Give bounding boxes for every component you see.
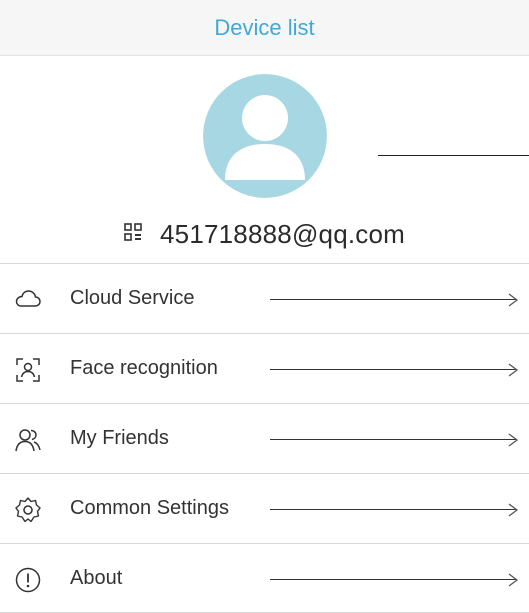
info-icon <box>15 567 41 593</box>
menu-item-common-settings[interactable]: Common Settings <box>0 473 529 543</box>
menu-list: Cloud Service Face recognition My Friend… <box>0 263 529 613</box>
menu-item-about[interactable]: About <box>0 543 529 613</box>
menu-item-face-recognition[interactable]: Face recognition <box>0 333 529 403</box>
chevron-right-icon <box>508 363 519 377</box>
callout-line <box>378 155 529 156</box>
avatar[interactable] <box>203 74 327 198</box>
menu-line <box>270 509 516 510</box>
menu-line <box>270 299 516 300</box>
menu-item-my-friends[interactable]: My Friends <box>0 403 529 473</box>
face-recognition-icon <box>16 358 40 382</box>
header-bar: Device list <box>0 0 529 56</box>
chevron-right-icon <box>508 573 519 587</box>
chevron-right-icon <box>508 293 519 307</box>
gear-icon <box>15 497 41 523</box>
avatar-person-icon <box>203 74 327 198</box>
header-title-device-list[interactable]: Device list <box>214 15 314 41</box>
chevron-right-icon <box>508 503 519 517</box>
menu-line <box>270 369 516 370</box>
cloud-icon <box>15 290 41 307</box>
menu-label-common-settings: Common Settings <box>70 497 229 519</box>
account-email: 451718888@qq.com <box>160 218 405 249</box>
friends-icon <box>15 429 41 452</box>
menu-label-face-recognition: Face recognition <box>70 357 218 379</box>
qr-code-icon[interactable] <box>124 223 142 241</box>
menu-line <box>270 439 516 440</box>
menu-label-cloud-service: Cloud Service <box>70 287 195 309</box>
menu-label-my-friends: My Friends <box>70 427 169 449</box>
menu-label-about: About <box>70 567 123 589</box>
account-row[interactable]: 451718888@qq.com <box>0 214 529 254</box>
menu-line <box>270 579 516 580</box>
chevron-right-icon <box>508 433 519 447</box>
menu-item-cloud-service[interactable]: Cloud Service <box>0 263 529 333</box>
